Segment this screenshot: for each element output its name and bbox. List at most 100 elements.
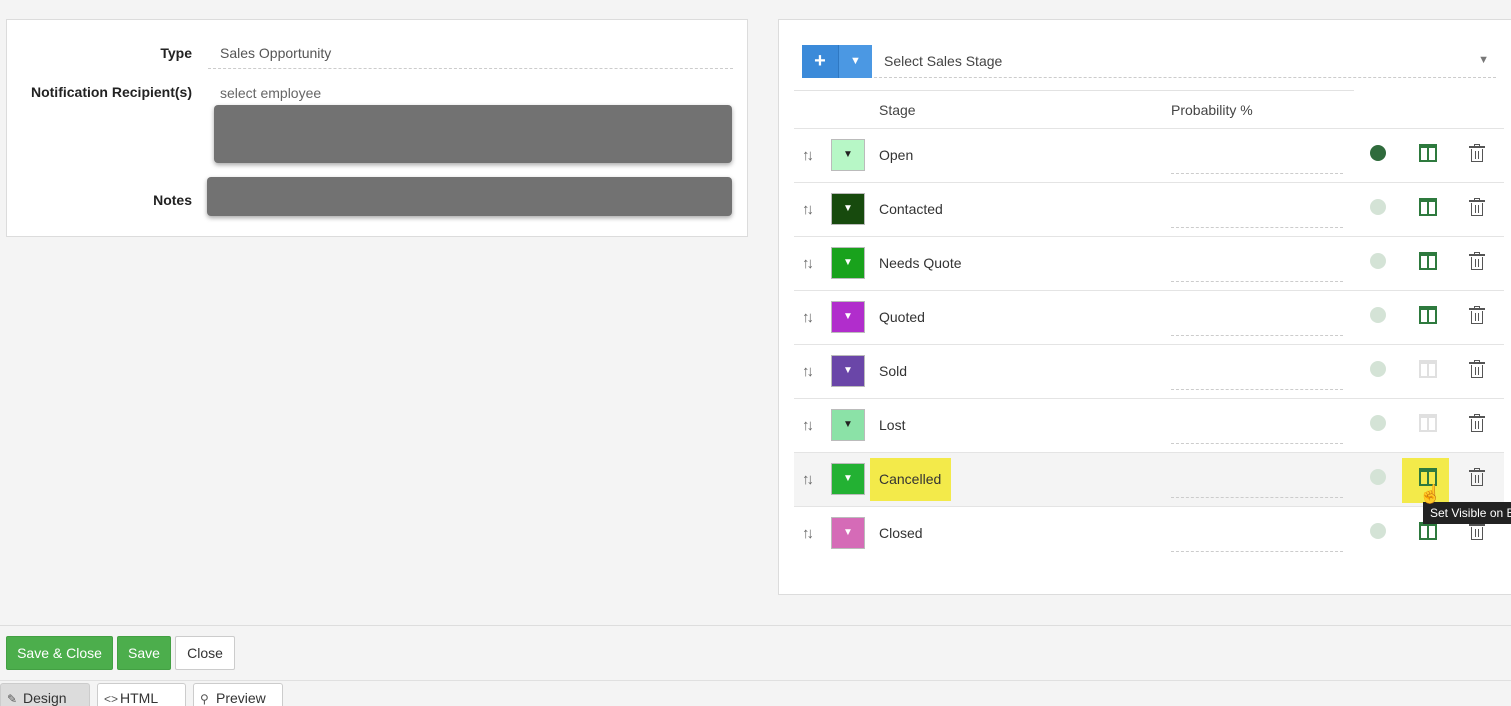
stage-row: ↑↓ ▼ Open: [794, 128, 1504, 182]
stage-row: ↑↓ ▼ Lost: [794, 398, 1504, 452]
color-picker[interactable]: ▼: [831, 409, 865, 441]
stage-name[interactable]: Cancelled: [879, 471, 941, 487]
notes-redacted[interactable]: [207, 177, 732, 216]
sort-handle-icon[interactable]: ↑↓: [802, 471, 814, 488]
recipients-input[interactable]: select employee: [220, 85, 321, 101]
color-picker[interactable]: ▼: [831, 463, 865, 495]
save-button[interactable]: Save: [117, 636, 171, 670]
probability-input[interactable]: [1171, 389, 1343, 390]
stage-row: ↑↓ ▼ Needs Quote: [794, 236, 1504, 290]
probability-input[interactable]: [1171, 335, 1343, 336]
stage-name[interactable]: Quoted: [879, 309, 925, 325]
probability-input[interactable]: [1171, 497, 1343, 498]
sort-handle-icon[interactable]: ↑↓: [802, 417, 814, 434]
stage-row: ↑↓ ▼ Quoted: [794, 290, 1504, 344]
trash-icon[interactable]: [1469, 252, 1485, 270]
type-label: Type: [160, 45, 192, 61]
sort-handle-icon[interactable]: ↑↓: [802, 363, 814, 380]
column-probability: Probability %: [1171, 102, 1253, 118]
caret-down-icon: ▼: [843, 365, 853, 376]
plus-icon: +: [814, 50, 826, 72]
stage-row: ↑↓ ▼ Contacted: [794, 182, 1504, 236]
color-picker[interactable]: ▼: [831, 355, 865, 387]
sort-handle-icon[interactable]: ↑↓: [802, 309, 814, 326]
tab-html-label: HTML: [120, 690, 159, 706]
magnifier-icon: ⚲: [200, 692, 209, 706]
columns-icon[interactable]: [1419, 144, 1437, 162]
recipients-label: Notification Recipient(s): [30, 84, 192, 100]
hand-cursor-icon: ☝: [1419, 484, 1442, 504]
default-stage-radio[interactable]: [1370, 307, 1386, 323]
tooltip: Set Visible on B: [1423, 502, 1511, 524]
stage-row: ↑↓ ▼ Closed: [794, 506, 1504, 560]
caret-down-icon: ▼: [843, 203, 853, 214]
color-picker[interactable]: ▼: [831, 517, 865, 549]
close-button[interactable]: Close: [175, 636, 235, 670]
probability-input[interactable]: [1171, 281, 1343, 282]
stage-name[interactable]: Sold: [879, 363, 907, 379]
caret-down-icon: ▼: [843, 149, 853, 160]
trash-icon[interactable]: [1469, 306, 1485, 324]
default-stage-radio[interactable]: [1370, 199, 1386, 215]
stage-row: ↑↓ ▼ Sold: [794, 344, 1504, 398]
color-picker[interactable]: ▼: [831, 247, 865, 279]
column-stage: Stage: [879, 102, 916, 118]
probability-input[interactable]: [1171, 227, 1343, 228]
form-panel: Type Sales Opportunity Notification Reci…: [6, 19, 748, 237]
probability-input[interactable]: [1171, 443, 1343, 444]
tab-preview[interactable]: ⚲ Preview: [193, 683, 283, 706]
footer-divider: [0, 625, 1511, 626]
stage-name[interactable]: Contacted: [879, 201, 943, 217]
color-picker[interactable]: ▼: [831, 301, 865, 333]
sort-handle-icon[interactable]: ↑↓: [802, 201, 814, 218]
columns-icon[interactable]: [1419, 360, 1437, 378]
columns-icon[interactable]: [1419, 198, 1437, 216]
caret-down-icon: ▼: [843, 527, 853, 538]
tab-preview-label: Preview: [216, 690, 266, 706]
pencil-icon: ✎: [7, 692, 18, 706]
default-stage-radio[interactable]: [1370, 415, 1386, 431]
default-stage-radio[interactable]: [1370, 523, 1386, 539]
default-stage-radio[interactable]: [1370, 145, 1386, 161]
probability-input[interactable]: [1171, 173, 1343, 174]
default-stage-radio[interactable]: [1370, 361, 1386, 377]
sort-handle-icon[interactable]: ↑↓: [802, 147, 814, 164]
add-options-button[interactable]: ▼: [838, 45, 872, 78]
type-value[interactable]: Sales Opportunity: [220, 45, 331, 61]
type-underline: [208, 68, 733, 69]
chevron-down-icon: ▼: [1478, 54, 1489, 66]
stage-name[interactable]: Lost: [879, 417, 905, 433]
stage-row: ↑↓ ▼ Cancelled: [794, 452, 1504, 506]
trash-icon[interactable]: [1469, 360, 1485, 378]
stage-name[interactable]: Needs Quote: [879, 255, 962, 271]
sales-stage-placeholder: Select Sales Stage: [884, 53, 1003, 69]
trash-icon[interactable]: [1469, 144, 1485, 162]
editor-tabs: ✎ Design <> HTML ⚲ Preview: [0, 680, 1511, 706]
color-picker[interactable]: ▼: [831, 193, 865, 225]
caret-down-icon: ▼: [850, 55, 861, 67]
trash-icon[interactable]: [1469, 468, 1485, 486]
recipients-redacted: [214, 105, 732, 163]
columns-icon[interactable]: [1419, 522, 1437, 540]
default-stage-radio[interactable]: [1370, 469, 1386, 485]
header-divider: [794, 90, 1354, 91]
sales-stage-select[interactable]: Select Sales Stage ▼: [874, 45, 1496, 78]
color-picker[interactable]: ▼: [831, 139, 865, 171]
columns-icon[interactable]: [1419, 252, 1437, 270]
stage-name[interactable]: Closed: [879, 525, 923, 541]
add-stage-button[interactable]: +: [802, 45, 838, 78]
trash-icon[interactable]: [1469, 198, 1485, 216]
columns-icon[interactable]: [1419, 306, 1437, 324]
caret-down-icon: ▼: [843, 311, 853, 322]
columns-icon[interactable]: [1419, 414, 1437, 432]
tab-design[interactable]: ✎ Design: [0, 683, 90, 706]
sort-handle-icon[interactable]: ↑↓: [802, 255, 814, 272]
probability-input[interactable]: [1171, 551, 1343, 552]
stage-name[interactable]: Open: [879, 147, 913, 163]
default-stage-radio[interactable]: [1370, 253, 1386, 269]
trash-icon[interactable]: [1469, 414, 1485, 432]
trash-icon[interactable]: [1469, 522, 1485, 540]
save-close-button[interactable]: Save & Close: [6, 636, 113, 670]
sort-handle-icon[interactable]: ↑↓: [802, 525, 814, 542]
tab-html[interactable]: <> HTML: [97, 683, 186, 706]
